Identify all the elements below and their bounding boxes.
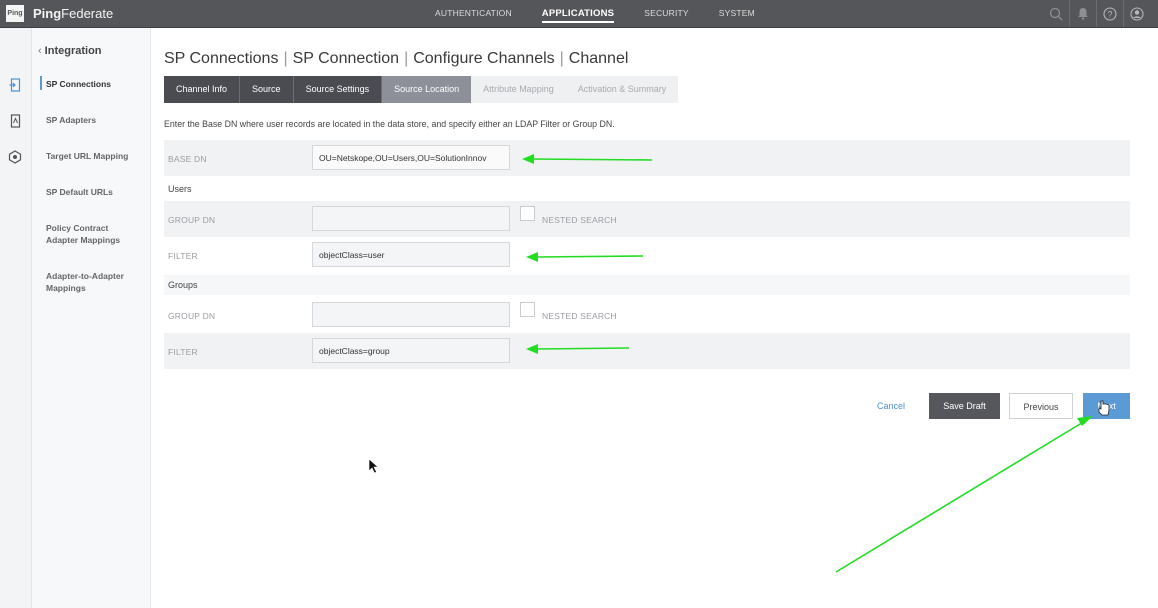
- tab-attribute-mapping: Attribute Mapping: [471, 76, 566, 103]
- groups-filter-input[interactable]: objectClass=group: [312, 338, 510, 363]
- save-draft-button[interactable]: Save Draft: [929, 393, 1000, 419]
- ping-logo: Ping: [6, 5, 24, 22]
- applications-icon[interactable]: [6, 76, 24, 94]
- active-indicator: [40, 76, 42, 90]
- tab-source[interactable]: Source: [240, 76, 294, 103]
- adapters-icon[interactable]: [6, 112, 24, 130]
- groups-group-dn-input[interactable]: [312, 302, 510, 327]
- main-content: SP Connections | SP Connection | Configure C…: [151, 28, 1158, 608]
- icon-rail: [0, 28, 32, 608]
- groups-filter-row: FILTER objectClass=group: [164, 333, 1130, 369]
- top-icons: ?: [1043, 0, 1150, 27]
- subnav-item-policy-contract-adapter-mappings[interactable]: Policy Contract Adapter Mappings: [46, 222, 132, 246]
- app-name-bold: Ping: [33, 6, 62, 21]
- back-chevron-icon: ‹: [38, 45, 42, 57]
- users-nested-search-checkbox[interactable]: [520, 206, 535, 221]
- subnav-title-label: Integration: [44, 45, 102, 57]
- subnav-item-adapter-to-adapter-mappings[interactable]: Adapter-to-Adapter Mappings: [46, 270, 138, 294]
- breadcrumb-sp-connection[interactable]: SP Connection: [293, 50, 399, 67]
- subnav-item-sp-default-urls[interactable]: SP Default URLs: [46, 186, 146, 198]
- subnav-item-sp-adapters[interactable]: SP Adapters: [46, 114, 146, 126]
- app-name-rest: Federate: [61, 6, 114, 21]
- groups-group-dn-label: GROUP DN: [168, 311, 216, 321]
- app-name: PingFederate: [33, 6, 113, 21]
- groups-section-title: Groups: [168, 280, 198, 290]
- base-dn-row: BASE DN OU=Netskope,OU=Users,OU=Solution…: [164, 140, 1130, 176]
- nav-applications-label: APPLICATIONS: [541, 8, 615, 23]
- policy-icon[interactable]: [6, 148, 24, 166]
- groups-nested-search-label: NESTED SEARCH: [542, 311, 617, 321]
- subnav-title[interactable]: ‹ Integration: [38, 45, 102, 57]
- breadcrumb-sp-connections[interactable]: SP Connections: [164, 50, 278, 67]
- cancel-button[interactable]: Cancel: [867, 393, 915, 419]
- users-section-title: Users: [168, 184, 192, 194]
- users-filter-row: FILTER objectClass=user: [164, 237, 1130, 273]
- users-group-dn-label: GROUP DN: [168, 215, 216, 225]
- nav-security[interactable]: SECURITY: [629, 0, 704, 27]
- search-icon[interactable]: [1043, 0, 1069, 27]
- nav-authentication[interactable]: AUTHENTICATION: [420, 0, 527, 27]
- groups-filter-label: FILTER: [168, 347, 198, 357]
- subnav-item-target-url-mapping[interactable]: Target URL Mapping: [46, 150, 146, 162]
- base-dn-input[interactable]: OU=Netskope,OU=Users,OU=SolutionInnov: [312, 145, 510, 170]
- top-bar: Ping PingFederate AUTHENTICATION APPLICA…: [0, 0, 1158, 28]
- breadcrumb-configure-channels[interactable]: Configure Channels: [413, 50, 554, 67]
- groups-section-band: [164, 275, 1130, 295]
- groups-group-dn-row: GROUP DN NESTED SEARCH: [164, 297, 1130, 333]
- nav-applications[interactable]: APPLICATIONS: [527, 0, 629, 27]
- user-icon[interactable]: [1123, 0, 1150, 27]
- help-icon[interactable]: ?: [1096, 0, 1123, 27]
- breadcrumb: SP Connections | SP Connection | Configure C…: [164, 50, 629, 67]
- svg-text:?: ?: [1107, 9, 1112, 19]
- nav-system[interactable]: SYSTEM: [704, 0, 770, 27]
- bell-icon[interactable]: [1069, 0, 1096, 27]
- wizard-tabs: Channel Info Source Source Settings Sour…: [164, 76, 679, 103]
- base-dn-label: BASE DN: [168, 154, 207, 164]
- integration-subnav: ‹ Integration SP Connections SP Adapters …: [32, 28, 151, 608]
- tab-activation-summary: Activation & Summary: [565, 76, 679, 103]
- next-button[interactable]: Next: [1083, 393, 1130, 419]
- users-nested-search-label: NESTED SEARCH: [542, 215, 617, 225]
- instructions-text: Enter the Base DN where user records are…: [164, 119, 615, 129]
- users-group-dn-row: GROUP DN NESTED SEARCH: [164, 201, 1130, 237]
- users-group-dn-input[interactable]: [312, 206, 510, 231]
- previous-button[interactable]: Previous: [1009, 393, 1073, 419]
- tab-source-settings[interactable]: Source Settings: [293, 76, 383, 103]
- groups-nested-search-checkbox[interactable]: [520, 302, 535, 317]
- tab-source-location[interactable]: Source Location: [382, 76, 472, 103]
- tab-channel-info[interactable]: Channel Info: [164, 76, 241, 103]
- users-filter-label: FILTER: [168, 251, 198, 261]
- users-filter-input[interactable]: objectClass=user: [312, 242, 510, 267]
- breadcrumb-channel: Channel: [568, 50, 629, 67]
- subnav-item-sp-connections[interactable]: SP Connections: [46, 78, 146, 90]
- top-nav: AUTHENTICATION APPLICATIONS SECURITY SYS…: [420, 0, 770, 27]
